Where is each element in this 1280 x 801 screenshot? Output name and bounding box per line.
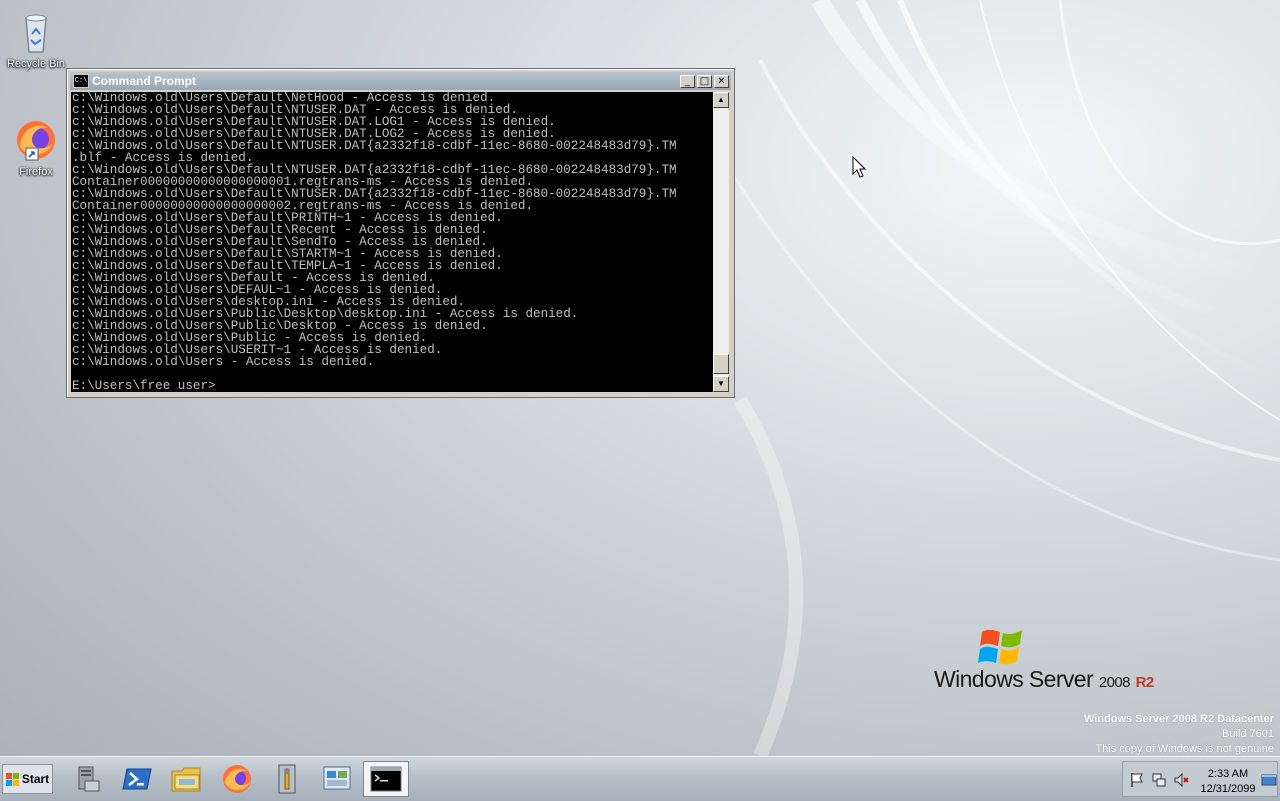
- taskbar-app-explorer[interactable]: [164, 761, 210, 797]
- product-year: 2008: [1098, 674, 1131, 691]
- firefox-icon: [223, 765, 251, 793]
- genuine-notice: This copy of Windows is not genuine: [1095, 743, 1274, 755]
- tools-icon: [278, 764, 296, 794]
- console-prompt[interactable]: E:\Users\free user>: [72, 379, 216, 392]
- maximize-button[interactable]: □: [697, 74, 712, 88]
- build-watermark: Windows Server 2008 R2 Datacenter Build …: [1084, 712, 1274, 757]
- powershell-icon: [122, 768, 152, 790]
- close-button[interactable]: ✕: [714, 74, 729, 88]
- windows-logo-icon: [5, 772, 19, 786]
- start-button[interactable]: Start: [2, 764, 53, 794]
- console-output[interactable]: c:\Windows.old\Users\Default\NetHood - A…: [71, 92, 713, 392]
- recycle-bin-icon: [12, 8, 60, 56]
- system-clock[interactable]: 2:33 AM 12/31/2099: [1195, 767, 1261, 797]
- clock-time: 2:33 AM: [1207, 768, 1249, 780]
- taskbar-app-command-prompt[interactable]: [363, 761, 409, 797]
- cmd-icon: [370, 766, 402, 792]
- desktop-icon-firefox[interactable]: Firefox: [0, 116, 72, 178]
- taskbar-app-control-panel[interactable]: [314, 761, 360, 797]
- vertical-scrollbar[interactable]: ▲ ▼: [713, 92, 729, 392]
- desktop-icon-label: Recycle Bin: [6, 58, 66, 70]
- network-icon[interactable]: [1151, 772, 1167, 788]
- command-prompt-window[interactable]: C:\ Command Prompt _ □ ✕ c:\Windows.old\…: [66, 68, 735, 398]
- console-lines: c:\Windows.old\Users\Default\NetHood - A…: [71, 92, 713, 368]
- scrollbar-thumb[interactable]: [713, 354, 729, 374]
- console-line: c:\Windows.old\Users - Access is denied.: [72, 355, 375, 369]
- minimize-button[interactable]: _: [680, 74, 695, 88]
- mouse-cursor-icon: [852, 156, 867, 178]
- show-desktop-icon[interactable]: [1261, 772, 1277, 788]
- product-release: R2: [1135, 674, 1155, 691]
- volume-muted-icon[interactable]: [1173, 772, 1189, 788]
- firefox-icon: [12, 116, 60, 164]
- folder-icon: [171, 767, 201, 792]
- edition-line: Windows Server 2008 R2 Datacenter: [1083, 713, 1274, 725]
- cmd-icon: C:\: [73, 74, 89, 88]
- taskbar-app-tools[interactable]: [264, 761, 310, 797]
- product-name: Windows Server: [934, 666, 1094, 692]
- build-line: Build 7601: [1222, 728, 1274, 740]
- taskbar-app-firefox[interactable]: [214, 761, 260, 797]
- action-center-flag-icon[interactable]: [1129, 772, 1145, 788]
- scroll-down-arrow-icon[interactable]: ▼: [713, 376, 729, 392]
- clock-date: 12/31/2099: [1200, 783, 1256, 795]
- product-wordmark: Windows Server 2008 R2: [934, 666, 1154, 693]
- window-title-bar[interactable]: C:\ Command Prompt _ □ ✕: [70, 72, 731, 90]
- desktop-icon-recycle-bin[interactable]: Recycle Bin: [0, 8, 72, 70]
- taskbar: Start 2:33 AM 12/31/2099: [0, 756, 1280, 801]
- desktop-icon-label: Firefox: [19, 166, 53, 178]
- start-label: Start: [21, 772, 50, 786]
- control-panel-icon: [323, 766, 351, 790]
- taskbar-app-server-manager[interactable]: [64, 761, 110, 797]
- scroll-up-arrow-icon[interactable]: ▲: [713, 92, 729, 108]
- taskbar-app-powershell[interactable]: [114, 761, 160, 797]
- window-title: Command Prompt: [92, 74, 197, 88]
- windows-flag-logo: [978, 629, 1022, 665]
- notification-area: 2:33 AM 12/31/2099: [1122, 761, 1278, 797]
- server-manager-icon: [78, 766, 100, 792]
